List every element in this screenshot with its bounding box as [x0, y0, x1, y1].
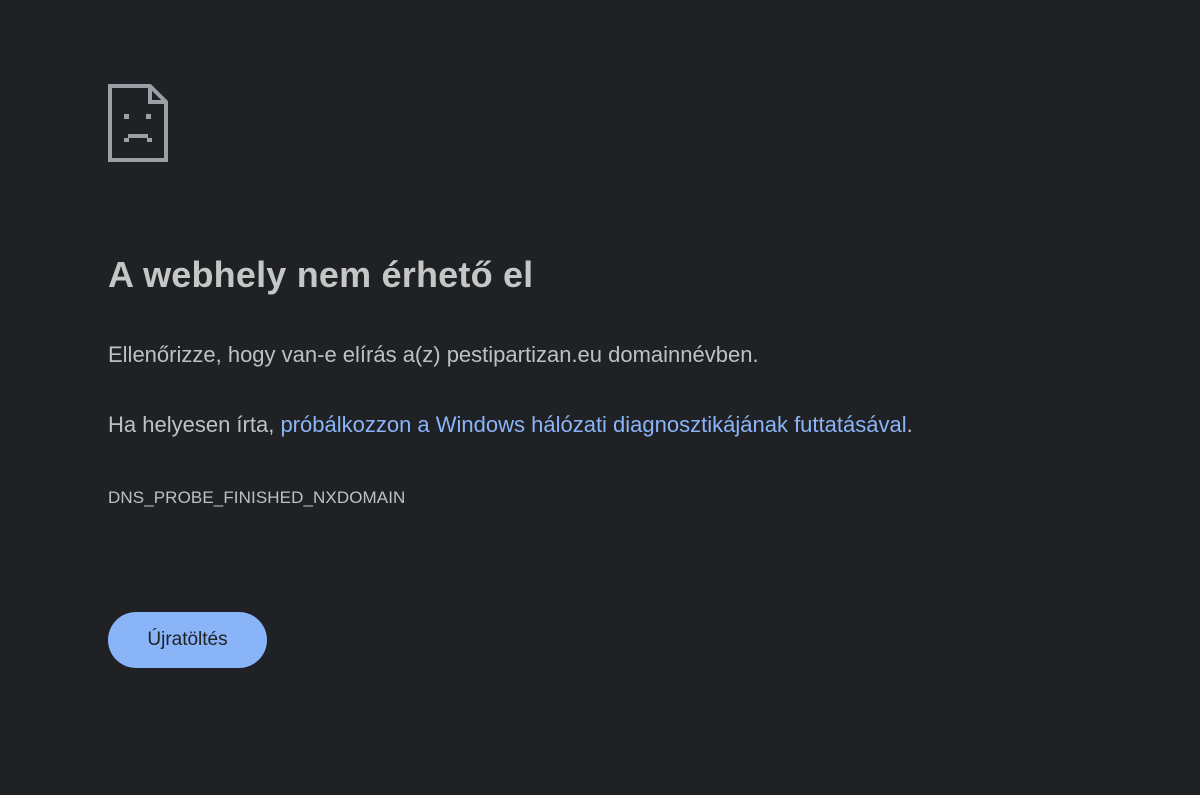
error-page: A webhely nem érhető el Ellenőrizze, hog…	[108, 84, 1168, 668]
sad-page-icon	[108, 84, 168, 162]
suggestion-suffix: .	[906, 412, 913, 437]
reload-button[interactable]: Újratöltés	[108, 612, 267, 668]
suggestion-prefix: Ha helyesen írta,	[108, 412, 281, 437]
check-domain-text: Ellenőrizze, hogy van-e elírás a(z) pest…	[108, 342, 759, 367]
suggestion-text: Ha helyesen írta, próbálkozzon a Windows…	[108, 412, 913, 438]
page-title: A webhely nem érhető el	[108, 254, 534, 295]
diagnostics-link[interactable]: próbálkozzon a Windows hálózati diagnosz…	[280, 412, 906, 437]
error-code: DNS_PROBE_FINISHED_NXDOMAIN	[108, 488, 406, 507]
